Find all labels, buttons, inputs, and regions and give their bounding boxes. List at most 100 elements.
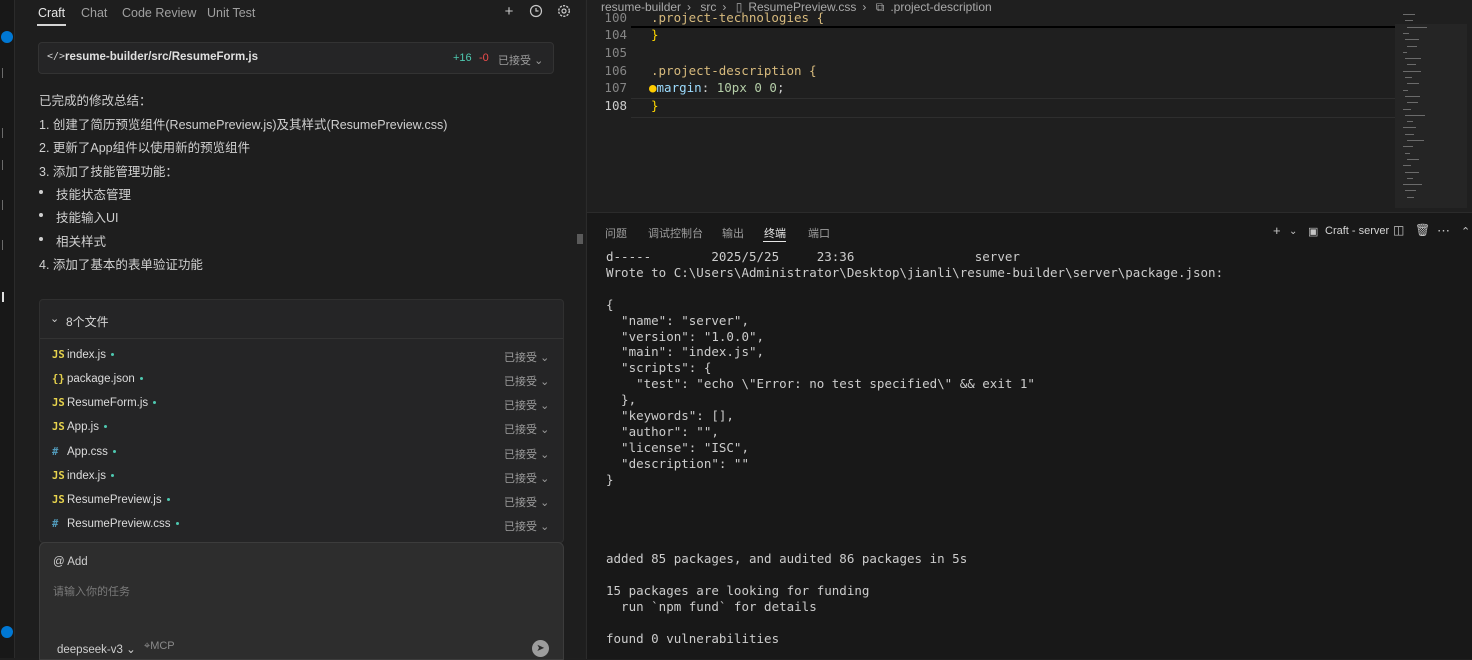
file-card-status[interactable]: 已接受 ⌄ bbox=[498, 52, 543, 68]
tab-output[interactable]: 输出 bbox=[722, 225, 744, 241]
terminal-line: d----- 2025/5/25 23:36 server bbox=[606, 249, 1020, 264]
chat-tabs: Craft Chat Code Review Unit Test + bbox=[15, 0, 585, 26]
minimap-line bbox=[1407, 64, 1416, 66]
file-row[interactable]: {} package.json 已接受 ⌄ bbox=[40, 368, 563, 392]
minimap-line bbox=[1405, 190, 1416, 192]
file-name: index.js bbox=[67, 470, 114, 482]
file-status[interactable]: 已接受 ⌄ bbox=[504, 421, 549, 437]
file-row[interactable]: # App.css 已接受 ⌄ bbox=[40, 441, 563, 465]
terminal-line: "author": "", bbox=[606, 423, 719, 439]
file-row[interactable]: JS ResumeForm.js 已接受 ⌄ bbox=[40, 392, 563, 416]
extensions-icon[interactable] bbox=[2, 240, 11, 250]
split-terminal-icon[interactable]: ◫ bbox=[1393, 223, 1404, 237]
explorer-icon[interactable] bbox=[2, 68, 11, 78]
file-status[interactable]: 已接受 ⌄ bbox=[504, 397, 549, 413]
code-text: } bbox=[651, 98, 659, 113]
settings-icon[interactable] bbox=[556, 4, 572, 20]
file-status[interactable]: 已接受 ⌄ bbox=[504, 494, 549, 510]
tab-craft[interactable]: Craft bbox=[38, 6, 65, 20]
file-name: ResumePreview.js bbox=[67, 494, 170, 506]
file-name: ResumePreview.css bbox=[67, 518, 179, 530]
more-actions-icon[interactable]: ⋯ bbox=[1437, 223, 1450, 239]
files-header[interactable]: ⌄ 8个文件 bbox=[40, 300, 563, 339]
bottom-panel: 问题 调试控制台 输出 终端 端口 + ⌄ ▣ Craft - server ◫… bbox=[586, 212, 1472, 659]
code-line[interactable]: 104 } bbox=[587, 27, 1395, 45]
notification-badge[interactable] bbox=[1, 31, 13, 43]
chevron-up-icon[interactable]: ⌃ bbox=[1461, 225, 1470, 238]
tab-terminal[interactable]: 终端 bbox=[764, 225, 786, 241]
account-badge[interactable] bbox=[1, 626, 13, 638]
file-status[interactable]: 已接受 ⌄ bbox=[504, 349, 549, 365]
file-row[interactable]: JS App.js 已接受 ⌄ bbox=[40, 416, 563, 440]
tab-unit-test[interactable]: Unit Test bbox=[207, 6, 255, 20]
send-icon[interactable]: ➤ bbox=[532, 640, 549, 657]
model-selector[interactable]: deepseek-v3 ⌄ bbox=[57, 642, 136, 656]
new-terminal-icon[interactable]: + bbox=[1273, 223, 1281, 238]
terminal-line: }, bbox=[606, 392, 637, 408]
file-name: App.js bbox=[67, 421, 107, 433]
task-input-placeholder[interactable]: 请输入你的任务 bbox=[53, 583, 130, 599]
minimap-line bbox=[1405, 58, 1421, 60]
code-line[interactable]: 106 .project-description { bbox=[587, 63, 1395, 81]
terminal-name[interactable]: Craft - server bbox=[1325, 225, 1389, 237]
modified-dot bbox=[139, 377, 143, 381]
tab-debug-console[interactable]: 调试控制台 bbox=[648, 225, 703, 241]
source-control-icon[interactable] bbox=[2, 160, 11, 170]
file-status[interactable]: 已接受 ⌄ bbox=[504, 470, 549, 486]
code-icon: </> bbox=[47, 51, 66, 62]
craft-icon[interactable] bbox=[2, 292, 12, 302]
tab-chat[interactable]: Chat bbox=[81, 6, 107, 20]
line-number: 107 bbox=[604, 80, 627, 95]
trash-icon[interactable]: 🗑 bbox=[1415, 223, 1430, 237]
add-context-button[interactable]: @ Add bbox=[53, 556, 88, 568]
tab-ports[interactable]: 端口 bbox=[808, 225, 830, 241]
panel-resize-handle[interactable] bbox=[577, 234, 583, 244]
code-line[interactable]: 107 ●margin: 10px 0 0; bbox=[587, 80, 1395, 98]
mcp-button[interactable]: ⌖MCP bbox=[144, 640, 175, 653]
css-colon: : bbox=[701, 80, 717, 95]
javascript-file-icon: JS bbox=[52, 421, 65, 433]
terminal-icon: ▣ bbox=[1308, 226, 1319, 238]
file-row[interactable]: JS ResumePreview.js 已接受 ⌄ bbox=[40, 489, 563, 513]
file-row[interactable]: # ResumePreview.css 已接受 ⌄ bbox=[40, 513, 563, 537]
minimap-line bbox=[1405, 114, 1425, 116]
minimap-line bbox=[1403, 89, 1408, 91]
ai-chat-panel: Craft Chat Code Review Unit Test + </> r… bbox=[15, 0, 585, 660]
file-row[interactable]: JS index.js 已接受 ⌄ bbox=[40, 344, 563, 368]
run-debug-icon[interactable] bbox=[2, 200, 11, 210]
terminal-line: "description": "" bbox=[606, 455, 749, 471]
minimap-line bbox=[1405, 20, 1413, 22]
lines-removed: -0 bbox=[479, 52, 489, 64]
file-status-label: 已接受 bbox=[504, 497, 537, 509]
minimap-line bbox=[1407, 26, 1427, 28]
modified-dot bbox=[103, 425, 107, 429]
plus-icon[interactable]: + bbox=[501, 4, 517, 20]
code-line[interactable]: 105 bbox=[587, 45, 1395, 63]
changed-file-card[interactable]: </> resume-builder/src/ResumeForm.js +16… bbox=[38, 42, 554, 74]
file-status[interactable]: 已接受 ⌄ bbox=[504, 446, 549, 462]
chevron-down-icon: ⌄ bbox=[540, 449, 550, 461]
modified-dot bbox=[166, 498, 170, 502]
file-status[interactable]: 已接受 ⌄ bbox=[504, 518, 549, 534]
tab-problems[interactable]: 问题 bbox=[605, 225, 627, 241]
minimap-line bbox=[1403, 108, 1411, 110]
javascript-file-icon: JS bbox=[52, 494, 65, 506]
file-name-text: index.js bbox=[67, 349, 106, 361]
terminal-line: "version": "1.0.0", bbox=[606, 328, 765, 344]
history-icon[interactable] bbox=[528, 4, 544, 20]
line-number: 106 bbox=[604, 63, 627, 78]
file-row[interactable]: JS index.js 已接受 ⌄ bbox=[40, 465, 563, 489]
minimap[interactable] bbox=[1403, 14, 1455, 210]
minimap-line bbox=[1407, 121, 1413, 123]
tab-code-review[interactable]: Code Review bbox=[122, 6, 196, 20]
file-name: ResumeForm.js bbox=[67, 397, 157, 409]
file-status[interactable]: 已接受 ⌄ bbox=[504, 373, 549, 389]
task-input-box[interactable]: @ Add 请输入你的任务 deepseek-v3 ⌄ ⌖MCP ➤ bbox=[39, 542, 564, 660]
code-line[interactable]: 100 .project-technologies { bbox=[587, 10, 1395, 28]
chevron-down-icon[interactable]: ⌄ bbox=[1289, 226, 1297, 237]
summary-subitem: 技能状态管理 bbox=[56, 188, 132, 202]
summary-item: 1. 创建了简历预览组件(ResumePreview.js)及其样式(Resum… bbox=[39, 118, 448, 132]
code-line[interactable]: 108 } bbox=[587, 98, 1395, 116]
search-icon[interactable] bbox=[2, 128, 11, 138]
lightbulb-icon[interactable]: ● bbox=[649, 80, 657, 95]
